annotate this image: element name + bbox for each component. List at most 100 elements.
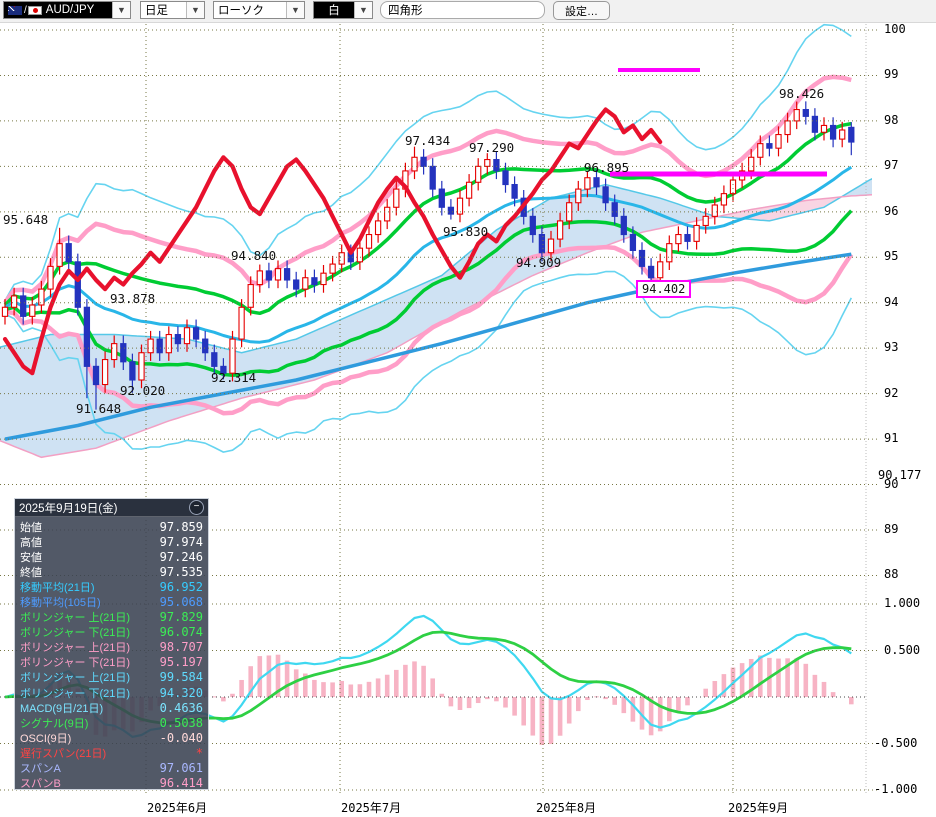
- candle-bull: [330, 264, 335, 273]
- candle-bear: [157, 339, 162, 353]
- osci-bar: [758, 655, 763, 697]
- candle-bear: [849, 127, 854, 142]
- indicator-label: 終値: [20, 564, 42, 580]
- candle-bull: [366, 235, 371, 249]
- osci-bar: [349, 684, 354, 697]
- candlestick-series[interactable]: [2, 101, 854, 409]
- candle-bull: [48, 266, 53, 289]
- osci-bar: [285, 661, 290, 697]
- indicator-value: 97.535: [160, 565, 203, 579]
- candle-bull: [257, 271, 262, 285]
- chart-type-select[interactable]: ローソク ▼: [213, 1, 305, 19]
- indicator-label: 遅行スパン(21日): [20, 745, 106, 761]
- osci-bar: [367, 682, 372, 697]
- timeframe-select[interactable]: 日足 ▼: [140, 1, 205, 19]
- osci-bar: [494, 697, 499, 701]
- chevron-down-icon[interactable]: ▼: [354, 2, 372, 18]
- candle-bull: [667, 244, 672, 262]
- chevron-down-icon[interactable]: ▼: [286, 2, 304, 18]
- candle-bear: [503, 171, 508, 185]
- candle-bull: [776, 135, 781, 149]
- indicator-label: OSCI(9日): [20, 730, 71, 746]
- candle-bull: [385, 207, 390, 221]
- candle-bear: [530, 216, 535, 234]
- indicator-value: 95.068: [160, 595, 203, 609]
- indicator-value: 98.707: [160, 640, 203, 654]
- settings-button[interactable]: 設定…: [553, 1, 610, 20]
- draw-color-value: 白: [314, 2, 354, 18]
- candle-bull: [412, 157, 417, 171]
- info-panel-row: OSCI(9日)-0.040: [15, 730, 208, 745]
- info-panel-row: 安値97.246: [15, 549, 208, 564]
- candle-bear: [630, 235, 635, 251]
- osci-bar: [458, 697, 463, 710]
- candle-bull: [394, 189, 399, 207]
- candle-bull: [30, 305, 35, 316]
- candle-bull: [730, 180, 735, 194]
- draw-color-select[interactable]: 白 ▼: [313, 1, 373, 19]
- info-panel-row: ボリンジャー 上(21日)97.829: [15, 610, 208, 625]
- osci-bar: [603, 697, 608, 699]
- candle-bear: [512, 185, 517, 199]
- osci-bar: [585, 697, 590, 700]
- indicator-label: ボリンジャー 上(21日): [20, 609, 130, 625]
- osci-bar: [321, 682, 326, 697]
- candle-bear: [603, 187, 608, 203]
- indicator-label: 移動平均(105日): [20, 594, 101, 610]
- osci-bar: [740, 663, 745, 697]
- chevron-down-icon[interactable]: ▼: [186, 2, 204, 18]
- candle-bull: [821, 125, 826, 132]
- indicator-value: 97.859: [160, 520, 203, 534]
- candle-bull: [239, 307, 244, 339]
- candle-bull: [794, 110, 799, 121]
- info-panel[interactable]: 2025年9月19日(金) − 始値 97.859高値97.974安値97.246…: [14, 498, 209, 790]
- candle-bull: [476, 166, 481, 182]
- candle-bull: [339, 253, 344, 264]
- osci-bar: [567, 697, 572, 724]
- candle-bull: [166, 335, 171, 353]
- candle-bull: [57, 244, 62, 267]
- osci-bar: [804, 664, 809, 697]
- candle-bull: [694, 225, 699, 241]
- info-panel-date: 2025年9月19日(金): [19, 500, 117, 516]
- candle-bear: [421, 157, 426, 166]
- info-panel-row: MACD(9日/21日)0.4636: [15, 700, 208, 715]
- indicator-label: スパンA: [20, 760, 61, 776]
- info-panel-row: 終値 97.535: [15, 564, 208, 579]
- candle-bull: [485, 160, 490, 167]
- candle-bull: [357, 248, 362, 262]
- australia-flag-icon: [8, 6, 22, 15]
- osci-bar: [394, 670, 399, 697]
- candle-bull: [758, 144, 763, 158]
- osci-bar: [221, 697, 226, 701]
- shape-tool-box[interactable]: 四角形: [380, 1, 545, 19]
- candle-bear: [439, 189, 444, 207]
- indicator-label: 始値: [20, 519, 42, 535]
- candle-bull: [39, 289, 44, 305]
- flag-separator: /: [24, 5, 27, 16]
- osci-bar: [358, 684, 363, 697]
- candle-bull: [2, 307, 7, 316]
- candle-bear: [175, 335, 180, 344]
- info-panel-row: ボリンジャー 下(21日)96.074: [15, 625, 208, 640]
- info-panel-row: 高値97.974: [15, 534, 208, 549]
- info-panel-row: ボリンジャー 下(21日)95.197: [15, 655, 208, 670]
- osci-bar: [412, 661, 417, 697]
- indicator-value: 95.197: [160, 655, 203, 669]
- collapse-button[interactable]: −: [189, 500, 204, 515]
- candle-bear: [66, 244, 71, 262]
- candle-bull: [712, 205, 717, 216]
- osci-bar: [831, 692, 836, 697]
- indicator-value: 0.5038: [160, 716, 203, 730]
- indicator-value: 97.974: [160, 535, 203, 549]
- candle-bear: [75, 262, 80, 307]
- indicator-label: ボリンジャー 上(21日): [20, 639, 130, 655]
- candle-bear: [539, 235, 544, 253]
- osci-bar: [330, 682, 335, 697]
- indicator-label: MACD(9日/21日): [20, 700, 103, 716]
- indicator-value: 96.414: [160, 776, 203, 790]
- chevron-down-icon[interactable]: ▼: [112, 2, 130, 18]
- candle-bull: [248, 285, 253, 308]
- pair-select[interactable]: / AUD/JPY ▼: [3, 1, 131, 19]
- chart-application: { "toolbar": { "pair": "AUD/JPY", "timef…: [0, 0, 936, 817]
